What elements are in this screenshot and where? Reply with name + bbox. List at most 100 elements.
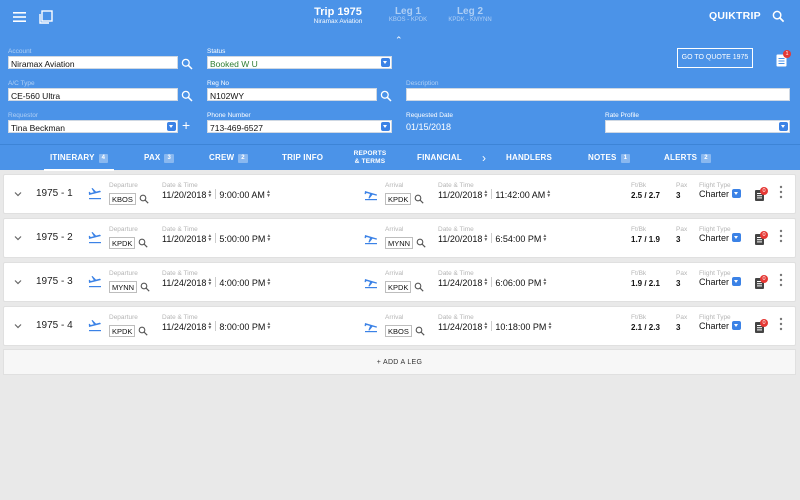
description-input[interactable] [406,88,790,101]
tab-pax[interactable]: PAX 3 [144,145,175,171]
arrival-date[interactable]: 11/24/2018 [438,322,482,332]
status-select[interactable]: Booked W U [207,56,392,69]
flight-type-select[interactable]: Charter [699,189,742,199]
date-stepper[interactable]: ▲ ▼ [483,322,488,331]
chevron-down-icon[interactable] [14,234,22,242]
arrival-date[interactable]: 11/20/2018 [438,190,482,200]
time-stepper[interactable]: ▲ ▼ [266,278,271,287]
time-stepper[interactable]: ▲ ▼ [547,322,552,331]
ac-type-search-icon[interactable] [181,90,193,102]
time-stepper[interactable]: ▲ ▼ [542,278,547,287]
time-stepper[interactable]: ▲ ▼ [266,234,271,243]
search-icon[interactable] [415,326,425,336]
departure-airport[interactable]: KBOS [109,193,136,205]
departure-date[interactable]: 11/20/2018 [162,190,206,200]
tab-trip-info[interactable]: TRIP INFO [282,145,323,171]
departure-date[interactable]: 11/24/2018 [162,322,206,332]
rate-profile-field: Rate Profile [605,112,790,133]
time-stepper[interactable]: ▲ ▼ [266,322,271,331]
arrival-plane-icon [364,279,377,289]
departure-time[interactable]: 4:00:00 PM [219,278,265,288]
search-icon[interactable] [416,238,426,248]
tab-crew[interactable]: CREW 2 [209,145,248,171]
hamburger-menu-icon[interactable] [12,9,28,25]
more-options-icon[interactable] [779,273,783,287]
search-icon[interactable] [414,282,425,292]
date-stepper[interactable]: ▲ ▼ [207,234,212,243]
add-leg-button[interactable]: + ADD A LEG [3,349,796,375]
requested-date-value[interactable]: 01/15/2018 [406,122,526,132]
trip-title: Trip 1975 [314,6,362,18]
more-options-icon[interactable] [779,229,783,243]
tab-itinerary[interactable]: ITINERARY 4 [43,145,115,171]
search-icon[interactable] [138,238,149,248]
time-stepper[interactable]: ▲ ▼ [542,234,547,243]
tab-alerts[interactable]: ALERTS 2 [664,145,711,171]
date-stepper[interactable]: ▲ ▼ [207,190,212,199]
tab-financial[interactable]: FINANCIAL [417,145,462,171]
departure-time[interactable]: 5:00:00 PM [219,234,265,244]
arrival-airport[interactable]: MYNN [385,237,414,249]
requestor-select[interactable]: Tina Beckman [8,120,178,133]
arrival-time[interactable]: 10:18:00 PM [495,322,546,332]
chevron-down-icon[interactable] [14,278,22,286]
leg-row[interactable]: 1975 - 2 Departure KPDK Date & Time 11/2… [3,218,796,258]
time-stepper[interactable]: ▲ ▼ [266,190,271,199]
rate-profile-select[interactable] [605,120,790,133]
search-icon[interactable] [140,282,150,292]
flight-type-select[interactable]: Charter [699,233,742,243]
arrival-time[interactable]: 6:54:00 PM [495,234,541,244]
flight-type-select[interactable]: Charter [699,277,742,287]
arrival-date[interactable]: 11/20/2018 [438,234,482,244]
account-search-icon[interactable] [181,58,193,70]
date-stepper[interactable]: ▲ ▼ [207,322,212,331]
date-stepper[interactable]: ▲ ▼ [483,190,488,199]
reg-no-search-icon[interactable] [380,90,392,102]
pax-field: Pax 3 [676,314,688,332]
more-options-icon[interactable] [779,185,783,199]
departure-date[interactable]: 11/20/2018 [162,234,206,244]
date-stepper[interactable]: ▲ ▼ [207,278,212,287]
chevron-right-icon[interactable]: › [482,151,486,165]
arrival-time[interactable]: 6:06:00 PM [495,278,541,288]
go-to-quote-button[interactable]: GO TO QUOTE 1975 [677,48,753,68]
account-input[interactable]: Niramax Aviation [8,56,178,69]
arrival-time[interactable]: 11:42:00 AM [495,190,545,200]
search-icon[interactable] [138,326,149,336]
departure-airport[interactable]: KPDK [109,325,136,337]
add-requestor-icon[interactable]: + [182,118,190,132]
reg-no-input[interactable]: N102WY [207,88,377,101]
search-icon[interactable] [139,194,149,204]
time-stepper[interactable]: ▲ ▼ [546,190,551,199]
date-stepper[interactable]: ▲ ▼ [483,234,488,243]
leg-row[interactable]: 1975 - 4 Departure KPDK Date & Time 11/2… [3,306,796,346]
ac-type-input[interactable]: CE-560 Ultra [8,88,178,101]
more-options-icon[interactable] [779,317,783,331]
departure-time[interactable]: 9:00:00 AM [219,190,265,200]
leg-nav-2[interactable]: Leg 2 KPDK - KMYNN [446,6,494,23]
date-stepper[interactable]: ▲ ▼ [483,278,488,287]
arrival-airport[interactable]: KPDK [385,281,412,293]
arrival-airport[interactable]: KBOS [385,325,412,337]
tab-handlers[interactable]: HANDLERS [506,145,552,171]
chevron-down-icon[interactable] [14,322,22,330]
phone-select[interactable]: 713-469-6527 [207,120,392,133]
arrival-airport[interactable]: KPDK [385,193,412,205]
departure-date[interactable]: 11/24/2018 [162,278,206,288]
windows-icon[interactable] [38,9,54,25]
arrival-date[interactable]: 11/24/2018 [438,278,482,288]
collapse-chevron-icon[interactable]: ⌃ [395,35,403,46]
search-icon[interactable] [414,194,425,204]
leg-row[interactable]: 1975 - 3 Departure MYNN Date & Time 11/2… [3,262,796,302]
departure-time[interactable]: 8:00:00 PM [219,322,265,332]
flight-type-select[interactable]: Charter [699,321,742,331]
tab-reports-terms[interactable]: REPORTS & TERMS [350,150,390,176]
departure-airport[interactable]: KPDK [109,237,136,249]
leg-row[interactable]: 1975 - 1 Departure KBOS Date & Time 11/2… [3,174,796,214]
tab-notes[interactable]: NOTES 1 [588,145,631,171]
leg-nav-1[interactable]: Leg 1 KBOS - KPDK [384,6,432,23]
quiktrip-button[interactable]: QUIKTRIP [709,10,761,22]
chevron-down-icon[interactable] [14,190,22,198]
departure-airport[interactable]: MYNN [109,281,138,293]
search-icon[interactable] [772,10,785,23]
